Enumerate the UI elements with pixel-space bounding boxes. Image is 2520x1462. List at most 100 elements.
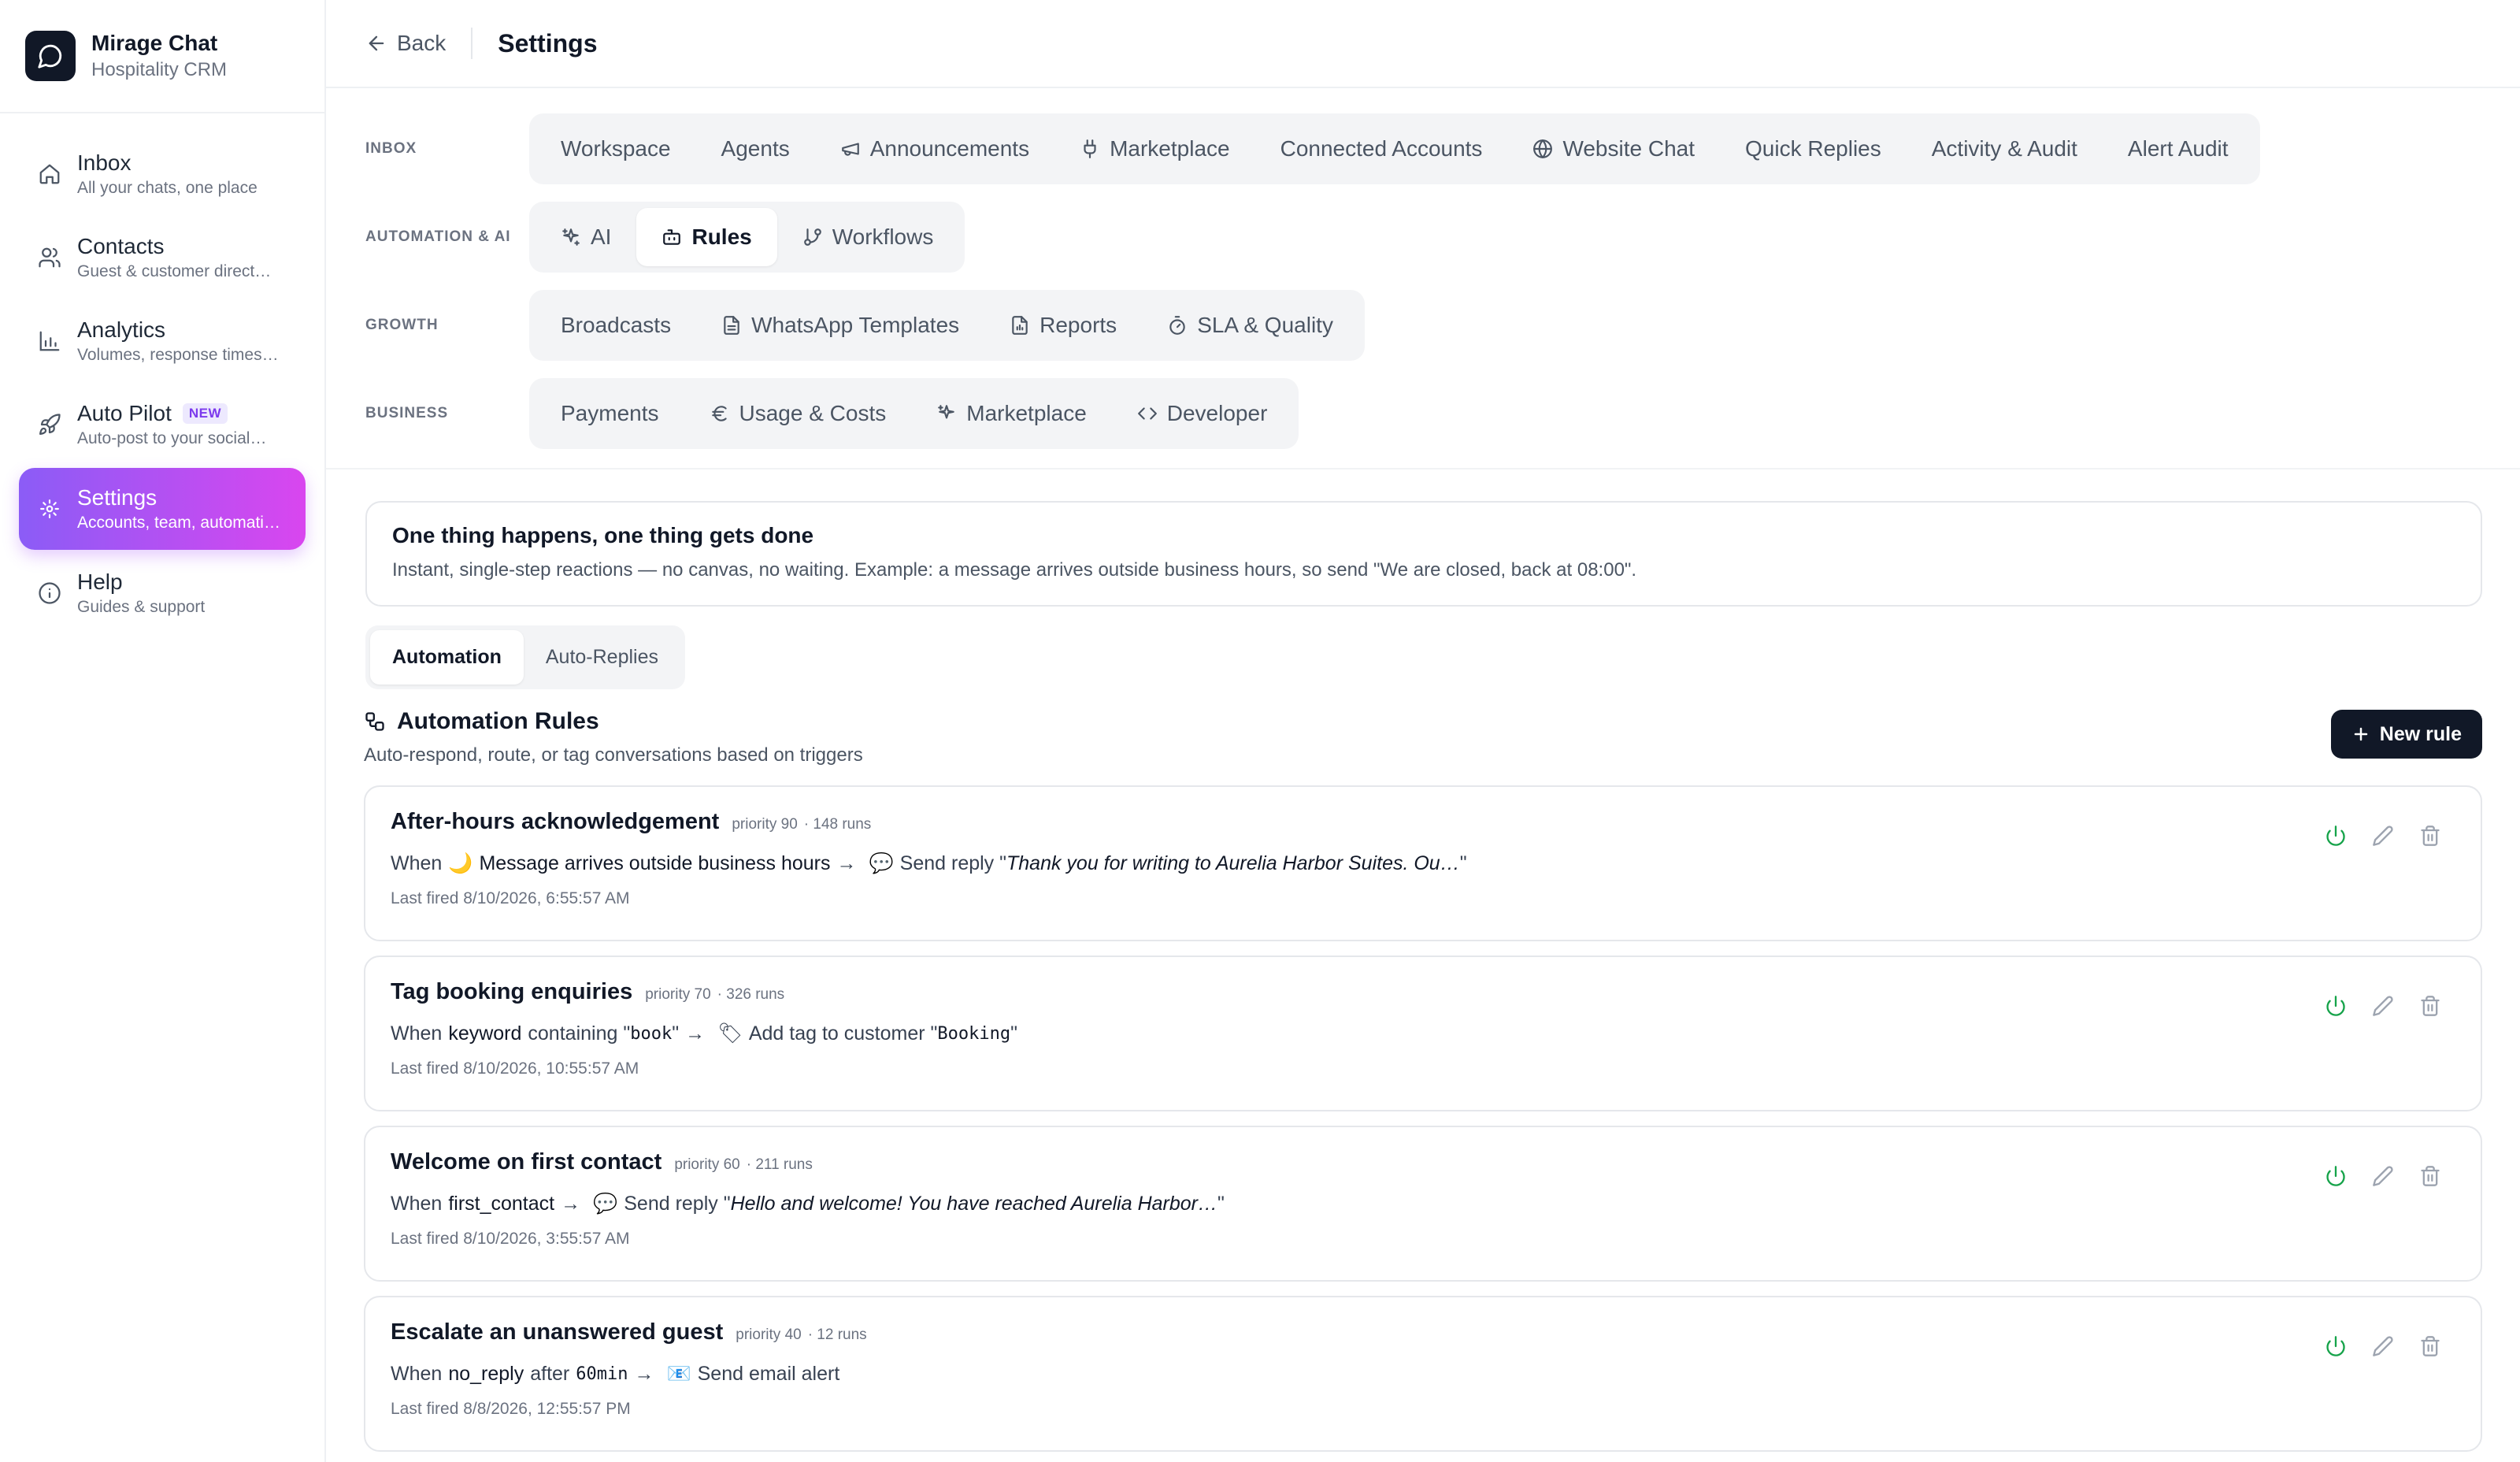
sidebar-item-analytics[interactable]: Analytics Volumes, response times… — [19, 301, 306, 381]
sidebar-item-inbox[interactable]: Inbox All your chats, one place — [19, 134, 306, 214]
tab-label: Rules — [691, 224, 752, 249]
tab-label: Website Chat — [1562, 136, 1695, 161]
tab-payments[interactable]: Payments — [536, 384, 684, 443]
rule-trigger-key: no_reply — [448, 1363, 524, 1385]
subtab-auto-replies[interactable]: Auto-Replies — [524, 630, 680, 685]
tab-label: Developer — [1166, 401, 1268, 425]
tab-workspace[interactable]: Workspace — [536, 120, 696, 178]
arrow-icon: → — [634, 1363, 654, 1385]
edit-pencil-icon[interactable] — [2367, 1160, 2399, 1192]
gear-icon — [36, 495, 63, 522]
brand[interactable]: Mirage Chat Hospitality CRM — [0, 0, 324, 113]
tab-whatsapp-templates[interactable]: WhatsApp Templates — [696, 296, 984, 354]
power-toggle-icon[interactable] — [2320, 1330, 2351, 1362]
tab-broadcasts[interactable]: Broadcasts — [536, 296, 696, 354]
subtab-automation[interactable]: Automation — [370, 630, 524, 685]
sidebar-item-help[interactable]: Help Guides & support — [19, 553, 306, 633]
tab-business-marketplace[interactable]: Marketplace — [911, 384, 1112, 443]
group-label: AUTOMATION & AI — [365, 228, 511, 245]
rule-card[interactable]: After-hours acknowledgement priority 90 … — [364, 785, 2482, 941]
power-toggle-icon[interactable] — [2320, 1160, 2351, 1192]
rule-last-fired: Last fired 8/10/2026, 6:55:57 AM — [391, 889, 630, 907]
tab-marketplace[interactable]: Marketplace — [1054, 120, 1255, 178]
info-card: One thing happens, one thing gets done I… — [365, 501, 2482, 607]
when-label: When — [391, 852, 443, 874]
sidebar-item-title: Settings — [77, 485, 158, 510]
rule-runs: · 211 runs — [746, 1156, 813, 1173]
rule-runs: · 12 runs — [807, 1327, 867, 1343]
rule-action-value: Hello and welcome! You have reached Aure… — [730, 1193, 1217, 1215]
tab-workflows[interactable]: Workflows — [777, 208, 959, 266]
chat-bubble-logo-icon — [25, 31, 76, 81]
rule-name: After-hours acknowledgement — [391, 809, 720, 834]
tab-alert-audit[interactable]: Alert Audit — [2103, 120, 2254, 178]
tab-label: Alert Audit — [2127, 136, 2229, 161]
tab-label: Reports — [1040, 313, 1117, 337]
sidebar-item-contacts[interactable]: Contacts Guest & customer direct… — [19, 217, 306, 298]
sidebar-item-title: Analytics — [77, 317, 166, 342]
tab-quick-replies[interactable]: Quick Replies — [1720, 120, 1907, 178]
rule-card[interactable]: Tag booking enquiries priority 70 · 326 … — [364, 955, 2482, 1111]
tab-announcements[interactable]: Announcements — [815, 120, 1054, 178]
sidebar: Mirage Chat Hospitality CRM Inbox All you… — [0, 0, 326, 1462]
sidebar-item-subtitle: All your chats, one place — [77, 179, 258, 197]
rule-priority: priority 40 — [736, 1327, 802, 1343]
tab-group: Workspace Agents Announcements Marketpla… — [529, 113, 2260, 184]
rule-trigger: Message arrives outside business hours — [479, 852, 831, 874]
sidebar-item-subtitle: Accounts, team, automati… — [77, 514, 280, 532]
sparkles-icon — [562, 228, 580, 246]
brand-name: Mirage Chat — [91, 31, 218, 55]
edit-pencil-icon[interactable] — [2367, 1330, 2399, 1362]
tab-usage-costs[interactable]: Usage & Costs — [684, 384, 912, 443]
trash-icon[interactable] — [2414, 990, 2446, 1022]
tab-group: AI Rules Workflows — [529, 202, 965, 273]
info-title: One thing happens, one thing gets done — [392, 523, 814, 547]
sidebar-item-title: Auto Pilot — [77, 401, 172, 425]
sidebar-item-subtitle: Guest & customer direct… — [77, 262, 272, 280]
sidebar-nav: Inbox All your chats, one place Contacts G… — [0, 113, 324, 657]
tab-connected-accounts[interactable]: Connected Accounts — [1255, 120, 1508, 178]
power-toggle-icon[interactable] — [2320, 820, 2351, 852]
tab-label: Payments — [561, 401, 659, 425]
trash-icon[interactable] — [2414, 1160, 2446, 1192]
rule-card[interactable]: Welcome on first contact priority 60 · 2… — [364, 1126, 2482, 1282]
rules-title: Automation Rules — [397, 708, 599, 734]
rule-action-code: Booking — [937, 1024, 1011, 1044]
tab-ai[interactable]: AI — [536, 208, 636, 266]
tab-website-chat[interactable]: Website Chat — [1507, 120, 1720, 178]
timer-icon — [1169, 316, 1185, 335]
sub-tabs: Automation Auto-Replies — [365, 625, 686, 689]
power-toggle-icon[interactable] — [2320, 990, 2351, 1022]
rule-action-value: Thank you for writing to Aurelia Harbor … — [1006, 852, 1460, 874]
when-label: When — [391, 1193, 443, 1215]
rule-card[interactable]: Escalate an unanswered guest priority 40… — [364, 1296, 2482, 1452]
rule-description: When first_contact → 💬 Send reply " Hello… — [391, 1193, 2455, 1215]
sidebar-item-auto-pilot[interactable]: Auto Pilot NEW Auto-post to your social… — [19, 384, 306, 465]
file-chart-icon — [1012, 316, 1028, 335]
tab-sla-quality[interactable]: SLA & Quality — [1142, 296, 1358, 354]
back-button[interactable]: Back — [365, 28, 473, 59]
rule-name: Welcome on first contact — [391, 1149, 662, 1174]
tab-reports[interactable]: Reports — [984, 296, 1142, 354]
rule-action: Send reply " — [624, 1193, 731, 1215]
euro-icon — [711, 406, 727, 421]
tab-activity-audit[interactable]: Activity & Audit — [1907, 120, 2103, 178]
rule-actions — [2304, 1330, 2446, 1362]
sidebar-item-settings[interactable]: Settings Accounts, team, automati… — [19, 468, 306, 550]
settings-group-growth: GROWTH Broadcasts WhatsApp Templates Rep… — [365, 290, 2481, 361]
arrow-icon: → — [836, 852, 857, 874]
edit-pencil-icon[interactable] — [2367, 990, 2399, 1022]
new-rule-button[interactable]: New rule — [2330, 710, 2482, 759]
trash-icon[interactable] — [2414, 820, 2446, 852]
tab-developer[interactable]: Developer — [1112, 384, 1293, 443]
sidebar-item-subtitle: Auto-post to your social… — [77, 429, 267, 447]
tab-agents[interactable]: Agents — [696, 120, 815, 178]
rule-action: Send email alert — [697, 1363, 840, 1385]
trash-icon[interactable] — [2414, 1330, 2446, 1362]
globe-icon — [1533, 139, 1553, 158]
rules-subtitle: Auto-respond, route, or tag conversation… — [364, 744, 863, 766]
rule-trigger-mid: after — [530, 1363, 570, 1385]
tab-rules[interactable]: Rules — [636, 208, 777, 266]
rules-header: Automation Rules Auto-respond, route, or… — [326, 708, 2520, 766]
edit-pencil-icon[interactable] — [2367, 820, 2399, 852]
